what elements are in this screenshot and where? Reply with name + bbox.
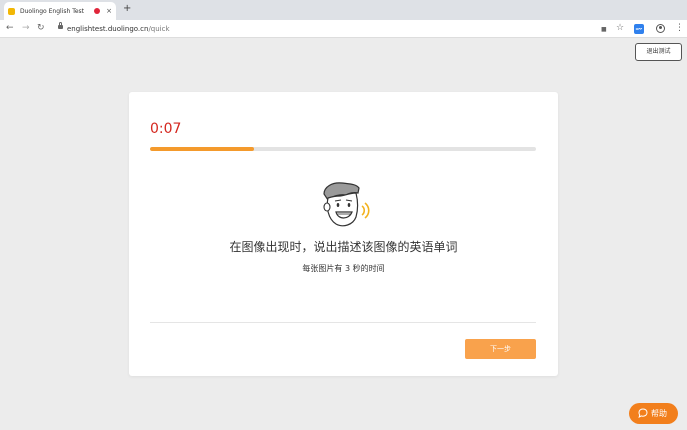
help-button[interactable]: 帮助 [629,403,678,424]
back-button[interactable]: ← [6,23,14,34]
bookmark-star-icon[interactable]: ☆ [616,23,624,34]
close-tab-icon[interactable]: × [106,7,112,15]
recording-indicator-icon [94,8,101,14]
progress-bar [150,147,536,151]
exit-test-button[interactable]: 退出测试 [635,43,682,61]
lock-icon [58,22,63,29]
tab-title: Duolingo English Test [20,7,85,15]
speaking-face-icon [323,182,370,227]
url-path: /quick [148,25,170,33]
browser-tab[interactable]: Duolingo English Test × [4,2,116,20]
divider [150,322,536,323]
extension-icon[interactable]: OFF [634,24,644,34]
time-hint-text: 每张图片有 3 秒的时间 [302,264,385,273]
next-button[interactable]: 下一步 [465,339,536,359]
address-bar[interactable]: englishtest.duolingo.cn/quick [67,24,170,34]
help-label: 帮助 [651,409,667,418]
countdown-timer: 0:07 [150,121,182,137]
reload-button[interactable]: ↻ [37,23,45,34]
duolingo-favicon-icon [8,7,15,15]
chat-bubble-icon [638,408,648,418]
forward-button[interactable]: → [22,23,30,34]
camera-icon[interactable]: ■ [601,24,607,35]
url-host: englishtest.duolingo.cn [67,25,149,33]
instruction-text: 在图像出现时，说出描述该图像的英语单词 [229,240,458,254]
browser-tabstrip: Duolingo English Test × + [0,0,687,20]
profile-avatar-icon[interactable] [656,24,665,33]
new-tab-button[interactable]: + [123,4,131,14]
question-card: 0:07 在图像出现时，说出描述该图像的英语单词 每张图片有 3 秒的时间 下一… [129,92,558,376]
browser-toolbar: ← → ↻ englishtest.duolingo.cn/quick ■ ☆ … [0,20,687,38]
progress-bar-fill [150,147,255,151]
browser-menu-icon[interactable]: ⋮ [675,23,684,34]
